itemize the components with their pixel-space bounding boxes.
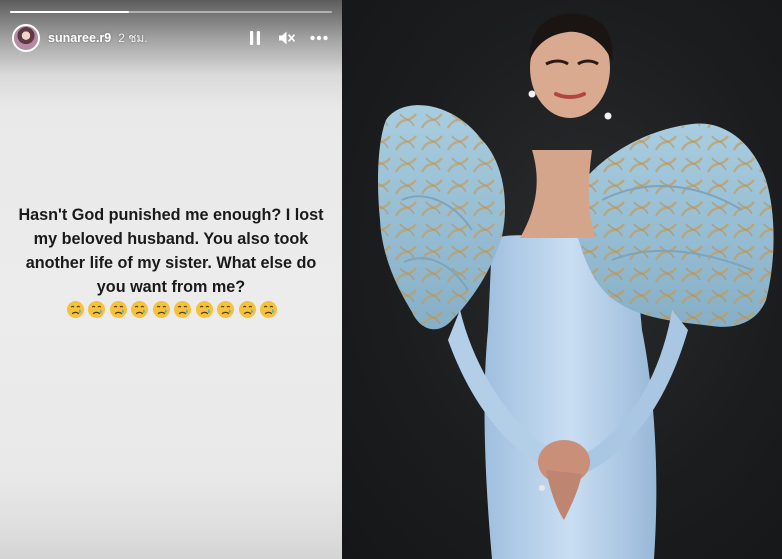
crying-face-emoji — [238, 300, 257, 320]
username[interactable]: sunaree.r9 — [48, 31, 111, 45]
crying-face-emoji — [109, 300, 128, 320]
story-controls — [246, 29, 328, 47]
crying-face-emoji — [66, 300, 85, 320]
crying-face-emoji — [130, 300, 149, 320]
timestamp: 2 ชม. — [118, 30, 148, 45]
crying-face-emoji — [173, 300, 192, 320]
crying-emoji-row — [66, 300, 278, 320]
photo-panel — [342, 0, 782, 559]
left-sleeve — [378, 105, 506, 330]
story-header: sunaree.r9 2 ชม. — [12, 24, 332, 52]
story-progress-bar — [10, 11, 332, 13]
head — [528, 13, 613, 120]
avatar[interactable] — [12, 24, 40, 52]
crying-face-emoji — [195, 300, 214, 320]
crying-face-emoji — [87, 300, 106, 320]
neckline — [520, 150, 596, 238]
story-progress-fill — [10, 11, 130, 13]
mute-icon[interactable] — [278, 29, 296, 47]
crying-face-emoji — [216, 300, 235, 320]
more-icon[interactable] — [310, 29, 328, 47]
story-panel: sunaree.r9 2 ชม. Hasn't God punished me … — [0, 0, 342, 559]
story-caption: Hasn't God punished me enough? I lost my… — [18, 206, 324, 296]
woman-in-blue-gown-photo — [378, 13, 774, 559]
crying-face-emoji — [259, 300, 278, 320]
crying-face-emoji — [152, 300, 171, 320]
pause-icon[interactable] — [246, 29, 264, 47]
